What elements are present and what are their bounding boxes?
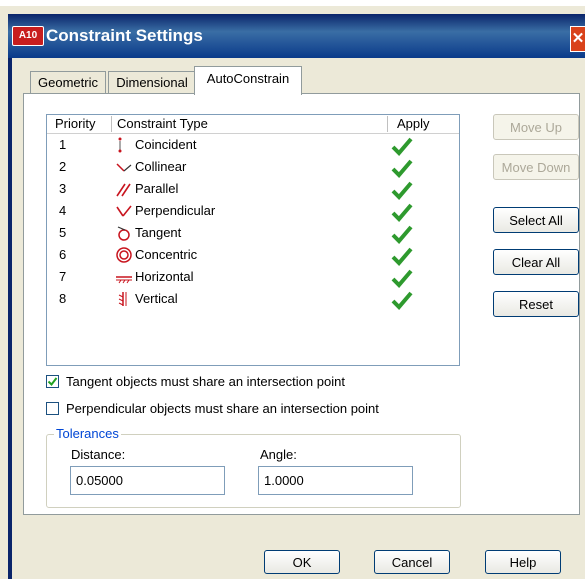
apply-checkmark-icon[interactable] (391, 290, 413, 310)
tangent-intersection-checkbox[interactable] (46, 375, 59, 388)
autoconstrain-panel: Priority Constraint Type Apply 1 Coincid… (23, 93, 580, 515)
apply-checkmark-icon[interactable] (391, 202, 413, 222)
tangent-intersection-label[interactable]: Tangent objects must share an intersecti… (66, 374, 345, 389)
table-row[interactable]: 4 Perpendicular (47, 201, 459, 223)
clear-all-button[interactable]: Clear All (493, 249, 579, 275)
tab-autoconstrain[interactable]: AutoConstrain (194, 66, 302, 95)
table-row[interactable]: 2 Collinear (47, 157, 459, 179)
row-priority: 5 (59, 225, 67, 240)
apply-checkmark-icon[interactable] (391, 224, 413, 244)
row-constraint-type: Perpendicular (135, 203, 216, 218)
title-bar[interactable]: A10 Constraint Settings ✕ (8, 14, 585, 58)
dialog-title: Constraint Settings (46, 26, 203, 45)
column-header-priority[interactable]: Priority (55, 116, 95, 131)
help-button[interactable]: Help (485, 550, 561, 574)
tangent-icon (117, 226, 130, 241)
perpendicular-icon (116, 205, 132, 217)
close-icon[interactable]: ✕ (570, 26, 585, 52)
column-divider (387, 116, 388, 132)
row-constraint-type: Vertical (135, 291, 178, 306)
row-priority: 2 (59, 159, 67, 174)
angle-label: Angle: (260, 447, 297, 462)
collinear-icon (116, 163, 132, 172)
table-row[interactable]: 6 Concentric (47, 245, 459, 267)
table-row[interactable]: 3 Parallel (47, 179, 459, 201)
tab-dimensional[interactable]: Dimensional (108, 71, 196, 94)
constraint-priority-list[interactable]: Priority Constraint Type Apply 1 Coincid… (46, 114, 460, 366)
row-priority: 3 (59, 181, 67, 196)
move-up-button[interactable]: Move Up (493, 114, 579, 140)
column-header-constraint-type[interactable]: Constraint Type (117, 116, 208, 131)
tab-geometric[interactable]: Geometric (30, 71, 106, 94)
apply-checkmark-icon[interactable] (391, 268, 413, 288)
perpendicular-intersection-label[interactable]: Perpendicular objects must share an inte… (66, 401, 379, 416)
apply-checkmark-icon[interactable] (391, 136, 413, 156)
row-priority: 8 (59, 291, 67, 306)
row-constraint-type: Horizontal (135, 269, 194, 284)
distance-label: Distance: (71, 447, 126, 462)
tolerances-group-title: Tolerances (54, 426, 121, 441)
constraint-settings-dialog: A10 Constraint Settings ✕ Geometric Dime… (0, 6, 585, 579)
row-priority: 7 (59, 269, 67, 284)
select-all-button[interactable]: Select All (493, 207, 579, 233)
horizontal-icon (116, 276, 132, 284)
distance-field[interactable] (70, 466, 225, 495)
perpendicular-intersection-checkbox[interactable] (46, 402, 59, 415)
apply-checkmark-icon[interactable] (391, 246, 413, 266)
column-header-apply[interactable]: Apply (397, 116, 430, 131)
apply-checkmark-icon[interactable] (391, 180, 413, 200)
table-row[interactable]: 5 Tangent (47, 223, 459, 245)
parallel-icon (116, 183, 131, 197)
row-constraint-type: Concentric (135, 247, 198, 262)
apply-checkmark-icon[interactable] (391, 158, 413, 178)
table-row[interactable]: 8 Vertical (47, 289, 459, 311)
cancel-button[interactable]: Cancel (374, 550, 450, 574)
table-row[interactable]: 7 Horizontal (47, 267, 459, 289)
row-constraint-type: Collinear (135, 159, 187, 174)
concentric-icon (116, 247, 132, 263)
row-priority: 1 (59, 137, 67, 152)
coincident-icon (118, 137, 122, 153)
row-priority: 4 (59, 203, 67, 218)
ok-button[interactable]: OK (264, 550, 340, 574)
row-constraint-type: Coincident (135, 137, 197, 152)
column-divider (111, 116, 112, 132)
vertical-icon (118, 292, 127, 306)
table-row[interactable]: 1 Coincident (47, 135, 459, 157)
list-header: Priority Constraint Type Apply (47, 115, 459, 134)
autocad-app-icon: A10 (12, 26, 44, 46)
move-down-button[interactable]: Move Down (493, 154, 579, 180)
checkmark-icon (47, 377, 58, 387)
angle-field[interactable] (258, 466, 413, 495)
window-left-border (8, 58, 12, 579)
reset-button[interactable]: Reset (493, 291, 579, 317)
row-constraint-type: Parallel (135, 181, 179, 196)
row-constraint-type: Tangent (135, 225, 182, 240)
row-priority: 6 (59, 247, 67, 262)
